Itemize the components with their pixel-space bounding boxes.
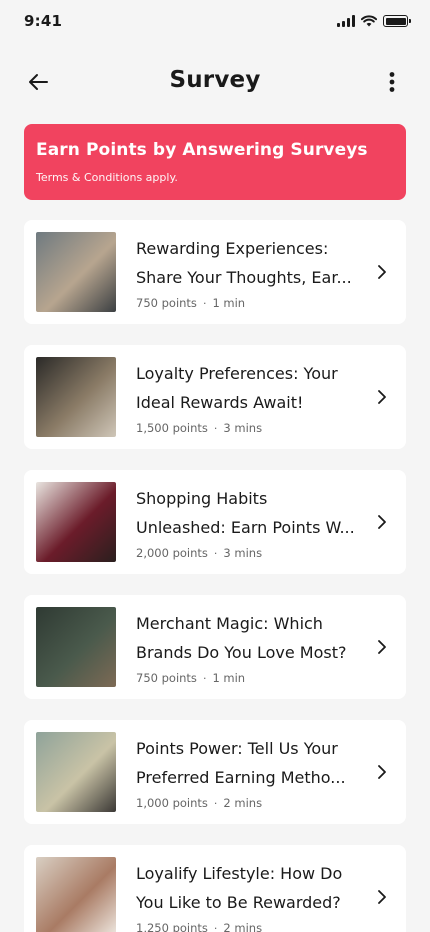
survey-duration: 2 mins	[223, 921, 263, 932]
meta-separator: ·	[213, 421, 218, 435]
survey-points: 750 points	[136, 296, 197, 310]
survey-thumbnail	[36, 357, 116, 437]
survey-card[interactable]: Rewarding Experiences: Share Your Though…	[24, 220, 406, 324]
meta-separator: ·	[213, 921, 218, 932]
survey-thumbnail	[36, 732, 116, 812]
survey-duration: 2 mins	[223, 796, 263, 810]
meta-separator: ·	[202, 671, 207, 685]
cellular-signal-icon	[337, 15, 355, 27]
survey-meta: 750 points · 1 min	[136, 296, 362, 310]
survey-title: Loyalify Lifestyle: How Do You Like to B…	[136, 864, 343, 912]
earn-points-banner[interactable]: Earn Points by Answering Surveys Terms &…	[24, 124, 406, 200]
survey-thumbnail	[36, 607, 116, 687]
survey-duration: 3 mins	[223, 546, 263, 560]
survey-meta: 1,000 points · 2 mins	[136, 796, 362, 810]
survey-list: Rewarding Experiences: Share Your Though…	[0, 220, 430, 932]
chevron-right-icon	[370, 510, 394, 534]
survey-title: Shopping Habits Unleashed: Earn Points W…	[136, 489, 355, 537]
survey-points: 2,000 points	[136, 546, 208, 560]
banner-subtitle: Terms & Conditions apply.	[36, 171, 178, 184]
survey-meta: 2,000 points · 3 mins	[136, 546, 362, 560]
survey-thumbnail	[36, 857, 116, 932]
chevron-right-icon	[370, 260, 394, 284]
meta-separator: ·	[213, 796, 218, 810]
survey-points: 1,000 points	[136, 796, 208, 810]
chevron-right-icon	[370, 385, 394, 409]
page-title: Survey	[169, 67, 261, 93]
status-icons	[337, 15, 411, 27]
more-options-button[interactable]	[376, 66, 408, 98]
survey-card[interactable]: Merchant Magic: Which Brands Do You Love…	[24, 595, 406, 699]
survey-card-body: Loyalify Lifestyle: How Do You Like to B…	[136, 859, 362, 932]
survey-points: 750 points	[136, 671, 197, 685]
chevron-right-icon	[370, 760, 394, 784]
survey-thumbnail	[36, 232, 116, 312]
survey-card-body: Loyalty Preferences: Your Ideal Rewards …	[136, 359, 362, 435]
back-button[interactable]	[22, 66, 54, 98]
more-vertical-icon	[389, 72, 395, 92]
survey-duration: 1 min	[212, 296, 246, 310]
header: Survey	[0, 44, 430, 116]
survey-card-body: Merchant Magic: Which Brands Do You Love…	[136, 609, 362, 685]
survey-points: 1,500 points	[136, 421, 208, 435]
arrow-left-icon	[29, 74, 48, 90]
survey-meta: 1,500 points · 3 mins	[136, 421, 362, 435]
battery-icon	[383, 15, 411, 27]
banner-title: Earn Points by Answering Surveys	[36, 140, 368, 160]
survey-duration: 1 min	[212, 671, 246, 685]
survey-card-body: Points Power: Tell Us Your Preferred Ear…	[136, 734, 362, 810]
survey-points: 1,250 points	[136, 921, 208, 932]
meta-separator: ·	[202, 296, 207, 310]
chevron-right-icon	[370, 635, 394, 659]
survey-title: Merchant Magic: Which Brands Do You Love…	[136, 614, 347, 662]
status-time: 9:41	[24, 12, 63, 30]
survey-card[interactable]: Loyalify Lifestyle: How Do You Like to B…	[24, 845, 406, 932]
chevron-right-icon	[370, 885, 394, 909]
survey-thumbnail	[36, 482, 116, 562]
survey-title: Loyalty Preferences: Your Ideal Rewards …	[136, 364, 338, 412]
survey-meta: 750 points · 1 min	[136, 671, 362, 685]
survey-card-body: Rewarding Experiences: Share Your Though…	[136, 234, 362, 310]
survey-meta: 1,250 points · 2 mins	[136, 921, 362, 932]
survey-card[interactable]: Shopping Habits Unleashed: Earn Points W…	[24, 470, 406, 574]
survey-card-body: Shopping Habits Unleashed: Earn Points W…	[136, 484, 362, 560]
survey-title: Rewarding Experiences: Share Your Though…	[136, 239, 352, 287]
survey-card[interactable]: Loyalty Preferences: Your Ideal Rewards …	[24, 345, 406, 449]
survey-duration: 3 mins	[223, 421, 263, 435]
wifi-icon	[361, 15, 377, 27]
survey-title: Points Power: Tell Us Your Preferred Ear…	[136, 739, 346, 787]
survey-card[interactable]: Points Power: Tell Us Your Preferred Ear…	[24, 720, 406, 824]
meta-separator: ·	[213, 546, 218, 560]
status-bar: 9:41	[0, 0, 430, 44]
